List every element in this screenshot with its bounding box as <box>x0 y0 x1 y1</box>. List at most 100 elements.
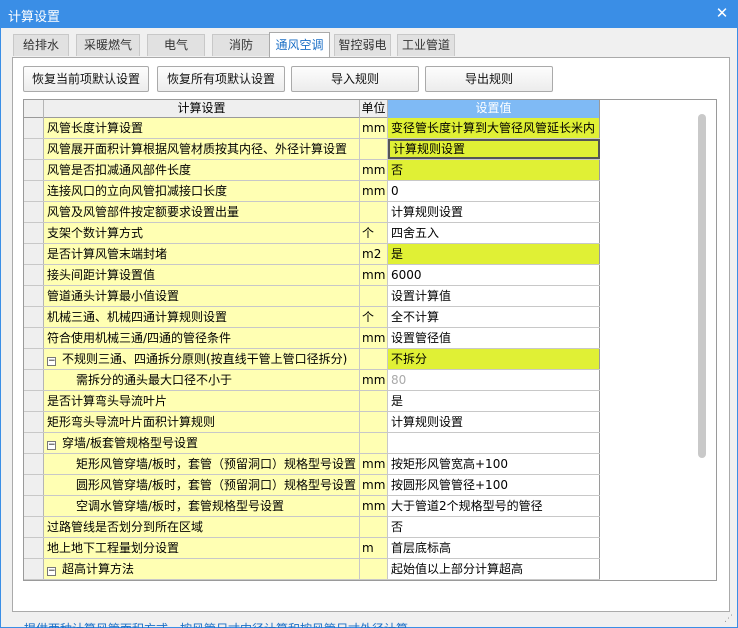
table-row[interactable]: 过路管线是否划分到所在区域 否 <box>24 517 600 538</box>
tab-electrical[interactable]: 电气 <box>147 34 205 56</box>
table-row-child[interactable]: 圆形风管穿墙/板时，套管（预留洞口）规格型号设置 mm 按圆形风管管径+100 <box>24 475 600 496</box>
row-value[interactable]: 0 <box>388 181 600 201</box>
row-value[interactable]: 计算规则设置 <box>388 412 600 432</box>
row-name: 过路管线是否划分到所在区域 <box>44 517 360 537</box>
row-unit: mm <box>360 181 388 201</box>
row-value[interactable]: 四舍五入 <box>388 223 600 243</box>
tab-water-supply[interactable]: 给排水 <box>13 34 69 56</box>
row-value[interactable]: 按矩形风管宽高+100 <box>388 454 600 474</box>
table-header: 计算设置 单位 设置值 <box>24 100 600 118</box>
table-row-group[interactable]: − 穿墙/板套管规格型号设置 <box>24 433 600 454</box>
table-row-group[interactable]: − 不规则三通、四通拆分原则(按直线干管上管口径拆分) 不拆分 <box>24 349 600 370</box>
row-unit <box>360 286 388 306</box>
row-value[interactable]: 设置计算值 <box>388 286 600 306</box>
row-unit <box>360 517 388 537</box>
row-name: 符合使用机械三通/四通的管径条件 <box>44 328 360 348</box>
row-name: 圆形风管穿墙/板时，套管（预留洞口）规格型号设置 <box>44 475 360 495</box>
row-value[interactable]: 设置管径值 <box>388 328 600 348</box>
table-row[interactable]: 是否计算弯头导流叶片 是 <box>24 391 600 412</box>
table-row-child[interactable]: 需拆分的通头最大口径不小于 mm 80 <box>24 370 600 391</box>
table-row[interactable]: 接头间距计算设置值 mm 6000 <box>24 265 600 286</box>
collapse-icon[interactable]: − <box>47 567 56 576</box>
table-row[interactable]: 支架个数计算方式个四舍五入 <box>24 223 600 244</box>
row-name: 支架个数计算方式 <box>44 223 360 243</box>
row-unit <box>360 412 388 432</box>
row-unit <box>360 349 388 369</box>
row-unit <box>360 433 388 453</box>
row-name: 风管是否扣减通风部件长度 <box>44 160 360 180</box>
table-row[interactable]: 机械三通、机械四通计算规则设置个全不计算 <box>24 307 600 328</box>
row-value[interactable]: 全不计算 <box>388 307 600 327</box>
table-body: 风管长度计算设置 mm 变径管长度计算到大管径风管延长米内 风管展开面积计算根据风管… <box>24 118 600 580</box>
restore-all-default-button[interactable]: 恢复所有项默认设置 <box>157 66 285 92</box>
settings-table: 计算设置 单位 设置值 风管长度计算设置 mm 变径管长度计算到大管径风管延长米内 … <box>23 99 717 581</box>
row-value[interactable]: 不拆分 <box>388 349 600 369</box>
row-value[interactable]: 首层底标高 <box>388 538 600 558</box>
title-bar: 计算设置 ✕ <box>0 0 738 28</box>
collapse-icon[interactable]: − <box>47 441 56 450</box>
table-row[interactable]: 符合使用机械三通/四通的管径条件 mm 设置管径值 <box>24 328 600 349</box>
table-row-child[interactable]: 空调水管穿墙/板时，套管规格型号设置 mm 大于管道2个规格型号的管径 <box>24 496 600 517</box>
row-value[interactable]: 计算规则设置 <box>388 139 600 159</box>
row-value[interactable]: 80 <box>388 370 600 390</box>
window-title: 计算设置 <box>8 10 61 25</box>
row-name: 不规则三通、四通拆分原则(按直线干管上管口径拆分) <box>62 352 348 366</box>
row-unit <box>360 202 388 222</box>
table-row[interactable]: 地上地下工程量划分设置 m 首层底标高 <box>24 538 600 559</box>
row-value[interactable]: 否 <box>388 517 600 537</box>
row-name: 矩形风管穿墙/板时，套管（预留洞口）规格型号设置 <box>44 454 360 474</box>
restore-current-default-button[interactable]: 恢复当前项默认设置 <box>23 66 149 92</box>
table-row[interactable]: 风管是否扣减通风部件长度 mm 否 <box>24 160 600 181</box>
row-unit: 个 <box>360 223 388 243</box>
row-value[interactable]: 按圆形风管管径+100 <box>388 475 600 495</box>
dialog-body: 给排水 采暖燃气 电气 消防 通风空调 智控弱电 工业管道 恢复当前项默认设置 … <box>0 28 738 628</box>
table-row[interactable]: 风管及风管部件按定额要求设置出量 计算规则设置 <box>24 202 600 223</box>
table-row[interactable]: 连接风口的立向风管扣减接口长度 mm 0 <box>24 181 600 202</box>
collapse-icon[interactable]: − <box>47 357 56 366</box>
tab-hvac[interactable]: 通风空调 <box>269 32 330 57</box>
row-name: 风管展开面积计算根据风管材质按其内径、外径计算设置 <box>44 139 360 159</box>
tab-heating-gas[interactable]: 采暖燃气 <box>76 34 140 56</box>
table-row-selected[interactable]: 风管展开面积计算根据风管材质按其内径、外径计算设置 计算规则设置 <box>24 139 600 160</box>
table-row-child[interactable]: 矩形风管穿墙/板时，套管（预留洞口）规格型号设置 mm 按矩形风管宽高+100 <box>24 454 600 475</box>
tab-industrial-pipe[interactable]: 工业管道 <box>397 34 455 56</box>
table-row[interactable]: 风管长度计算设置 mm 变径管长度计算到大管径风管延长米内 <box>24 118 600 139</box>
header-corner <box>24 100 44 118</box>
tab-fire-protection[interactable]: 消防 <box>212 34 270 56</box>
row-name: 空调水管穿墙/板时，套管规格型号设置 <box>44 496 360 516</box>
row-value[interactable]: 6000 <box>388 265 600 285</box>
tab-smart-control[interactable]: 智控弱电 <box>334 34 391 56</box>
row-value[interactable]: 变径管长度计算到大管径风管延长米内 <box>388 118 600 138</box>
vertical-scrollbar[interactable] <box>600 100 716 580</box>
row-unit <box>360 391 388 411</box>
resize-grip-icon[interactable]: ⋰ <box>724 614 734 624</box>
row-unit: 个 <box>360 307 388 327</box>
table-row[interactable]: 管道通头计算最小值设置 设置计算值 <box>24 286 600 307</box>
row-value[interactable]: 否 <box>388 160 600 180</box>
row-unit: mm <box>360 370 388 390</box>
row-value[interactable]: 计算规则设置 <box>388 202 600 222</box>
row-unit <box>360 139 388 159</box>
row-unit <box>360 559 388 579</box>
close-icon[interactable]: ✕ <box>712 3 732 23</box>
scrollbar-thumb[interactable] <box>698 114 706 458</box>
row-name: 风管及风管部件按定额要求设置出量 <box>44 202 360 222</box>
row-value[interactable]: 是 <box>388 391 600 411</box>
row-unit: mm <box>360 160 388 180</box>
table-row[interactable]: 是否计算风管末端封堵 m2 是 <box>24 244 600 265</box>
row-unit: mm <box>360 265 388 285</box>
row-name: 是否计算风管末端封堵 <box>44 244 360 264</box>
table-row-group[interactable]: − 超高计算方法 起始值以上部分计算超高 <box>24 559 600 580</box>
row-name: 矩形弯头导流叶片面积计算规则 <box>44 412 360 432</box>
row-unit: m2 <box>360 244 388 264</box>
export-rules-button[interactable]: 导出规则 <box>425 66 553 92</box>
row-name: 穿墙/板套管规格型号设置 <box>62 436 199 450</box>
row-value[interactable] <box>388 433 600 453</box>
row-value[interactable]: 大于管道2个规格型号的管径 <box>388 496 600 516</box>
row-value[interactable]: 是 <box>388 244 600 264</box>
table-row[interactable]: 矩形弯头导流叶片面积计算规则 计算规则设置 <box>24 412 600 433</box>
import-rules-button[interactable]: 导入规则 <box>291 66 419 92</box>
row-name: 管道通头计算最小值设置 <box>44 286 360 306</box>
row-name: 风管长度计算设置 <box>44 118 360 138</box>
row-value[interactable]: 起始值以上部分计算超高 <box>388 559 600 579</box>
